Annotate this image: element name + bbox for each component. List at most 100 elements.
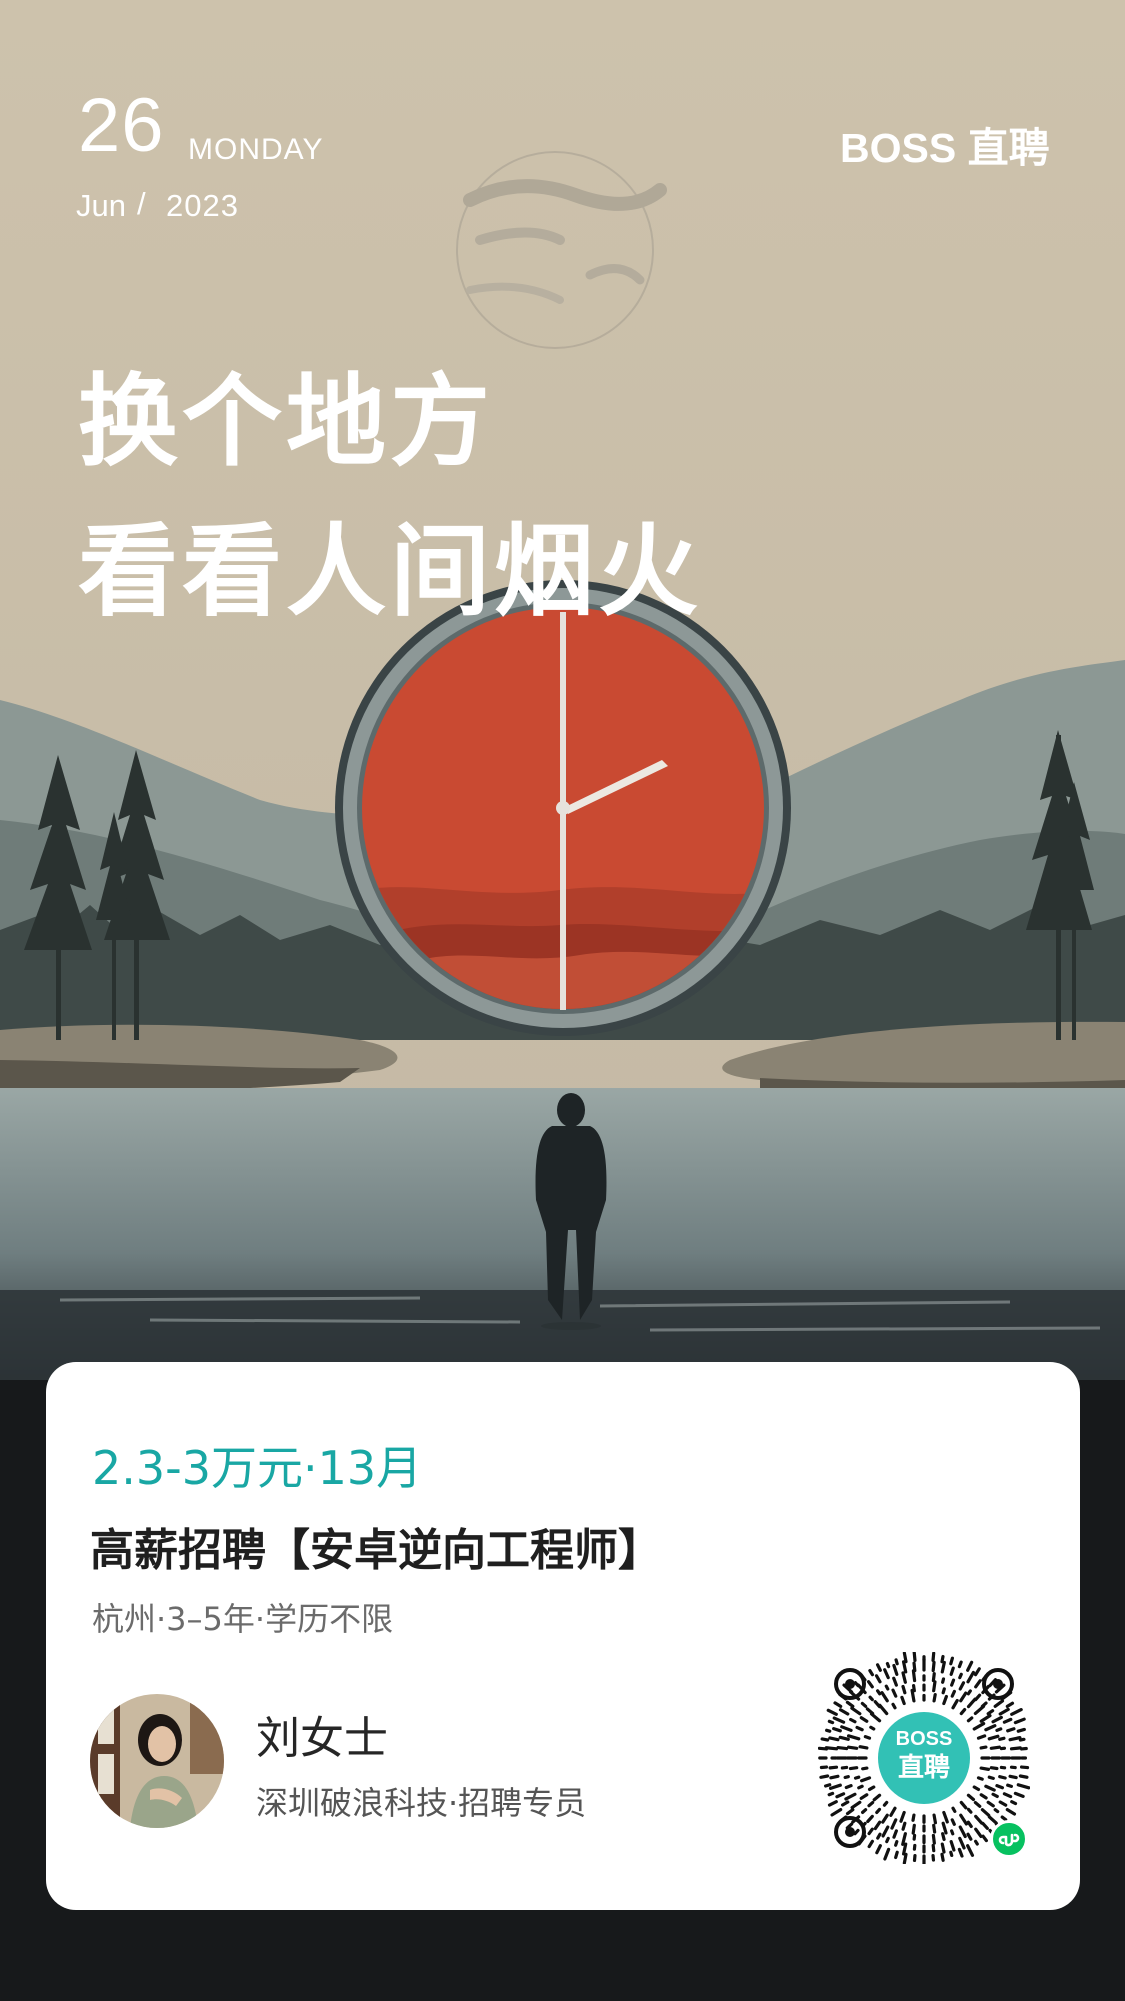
qr-module xyxy=(827,1800,838,1807)
qr-module xyxy=(942,1810,949,1824)
qr-badge-line-1: BOSS xyxy=(895,1728,953,1750)
qr-module xyxy=(861,1808,868,1814)
qr-module xyxy=(940,1660,946,1674)
qr-module xyxy=(901,1821,907,1831)
qr-module xyxy=(1002,1792,1013,1799)
qr-module xyxy=(993,1699,1005,1708)
qr-module xyxy=(940,1842,946,1854)
brand-logo: BOSS 直聘 xyxy=(840,125,1050,171)
qr-module xyxy=(950,1818,956,1826)
qr-module xyxy=(875,1844,882,1855)
qr-module xyxy=(899,1810,906,1823)
qr-module xyxy=(986,1709,995,1716)
qr-module xyxy=(1018,1737,1026,1742)
qr-module xyxy=(1009,1746,1022,1751)
qr-module xyxy=(844,1792,857,1801)
qr-module xyxy=(867,1785,876,1792)
qr-module xyxy=(892,1676,898,1687)
qr-module xyxy=(828,1736,840,1742)
qr-module xyxy=(966,1716,974,1723)
qr-module xyxy=(863,1735,872,1740)
avatar-image xyxy=(90,1694,224,1828)
qr-module xyxy=(889,1806,897,1817)
qr-module xyxy=(838,1708,850,1716)
qr-module xyxy=(984,1724,997,1732)
qr-module xyxy=(843,1775,850,1780)
qr-module xyxy=(853,1681,860,1688)
qr-module xyxy=(931,1660,936,1673)
qr-module xyxy=(966,1689,972,1696)
qr-badge-line-2: 直聘 xyxy=(897,1753,950,1783)
qr-module xyxy=(836,1745,849,1751)
qr-module xyxy=(986,1800,995,1808)
avatar xyxy=(90,1694,224,1828)
qr-module xyxy=(1008,1736,1022,1742)
qr-module xyxy=(958,1825,967,1839)
qr-module xyxy=(951,1698,959,1710)
qr-module xyxy=(979,1714,992,1723)
qr-module xyxy=(828,1783,842,1790)
qr-module xyxy=(974,1814,984,1825)
qr-module xyxy=(940,1654,945,1664)
qr-module xyxy=(912,1649,917,1663)
qr-module xyxy=(846,1734,861,1741)
qr-module xyxy=(998,1736,1006,1741)
qr-module xyxy=(867,1839,875,1849)
qr-module xyxy=(979,1766,991,1771)
qr-module xyxy=(902,1852,908,1865)
qr-module xyxy=(932,1813,938,1825)
qr-module xyxy=(845,1808,855,1816)
qr-module xyxy=(885,1661,891,1669)
qr-module xyxy=(881,1825,890,1838)
mini-program-qr-code[interactable]: BOSS 直聘 xyxy=(817,1649,1031,1866)
qr-module xyxy=(832,1716,846,1724)
qr-module xyxy=(890,1818,898,1830)
qr-module xyxy=(875,1807,882,1815)
qr-module xyxy=(987,1734,1000,1741)
qr-module xyxy=(817,1746,829,1751)
qr-module xyxy=(991,1792,999,1799)
qr-module xyxy=(966,1697,977,1709)
qr-module xyxy=(859,1793,869,1800)
qr-module xyxy=(979,1745,988,1750)
qr-module xyxy=(911,1684,916,1693)
qr-module xyxy=(853,1828,860,1836)
qr-module xyxy=(850,1706,862,1716)
qr-module xyxy=(850,1800,862,1810)
qr-module xyxy=(874,1674,882,1684)
qr-module xyxy=(995,1727,1003,1732)
qr-module xyxy=(966,1807,973,1814)
qr-module xyxy=(912,1661,917,1673)
qr-module xyxy=(902,1651,908,1664)
qr-module xyxy=(826,1708,838,1716)
qr-module xyxy=(872,1793,882,1802)
qr-module xyxy=(869,1725,876,1731)
qr-module xyxy=(911,1823,916,1835)
qr-module xyxy=(820,1737,830,1742)
qr-module xyxy=(873,1820,882,1831)
qr-module xyxy=(1005,1807,1017,1816)
qr-module xyxy=(993,1808,1000,1814)
qr-module xyxy=(973,1839,979,1846)
qr-module xyxy=(931,1651,936,1663)
qr-module xyxy=(949,1840,956,1852)
qr-module xyxy=(894,1658,899,1666)
qr-module xyxy=(981,1834,988,1843)
qr-finder-dot xyxy=(845,1679,855,1689)
qr-module xyxy=(998,1707,1010,1716)
qr-module xyxy=(980,1701,988,1708)
qr-module xyxy=(819,1774,830,1779)
qr-module xyxy=(894,1840,899,1847)
qr-module xyxy=(894,1850,899,1860)
qr-module xyxy=(991,1715,1003,1724)
qr-module xyxy=(876,1832,882,1840)
qr-module xyxy=(949,1666,955,1676)
poster: 26 MONDAY Jun / 2023 BOSS 直聘 换个地方 看看人间烟火… xyxy=(0,0,1125,2001)
job-card[interactable]: 2.3-3万元·13月 高薪招聘【安卓逆向工程师】 杭州·3–5年·学历不限 刘… xyxy=(46,1362,1080,1910)
qr-module xyxy=(830,1807,843,1817)
qr-module xyxy=(958,1836,966,1850)
qr-module xyxy=(849,1717,857,1724)
qr-module xyxy=(833,1701,843,1709)
qr-module xyxy=(892,1829,898,1839)
qr-module xyxy=(901,1660,908,1674)
